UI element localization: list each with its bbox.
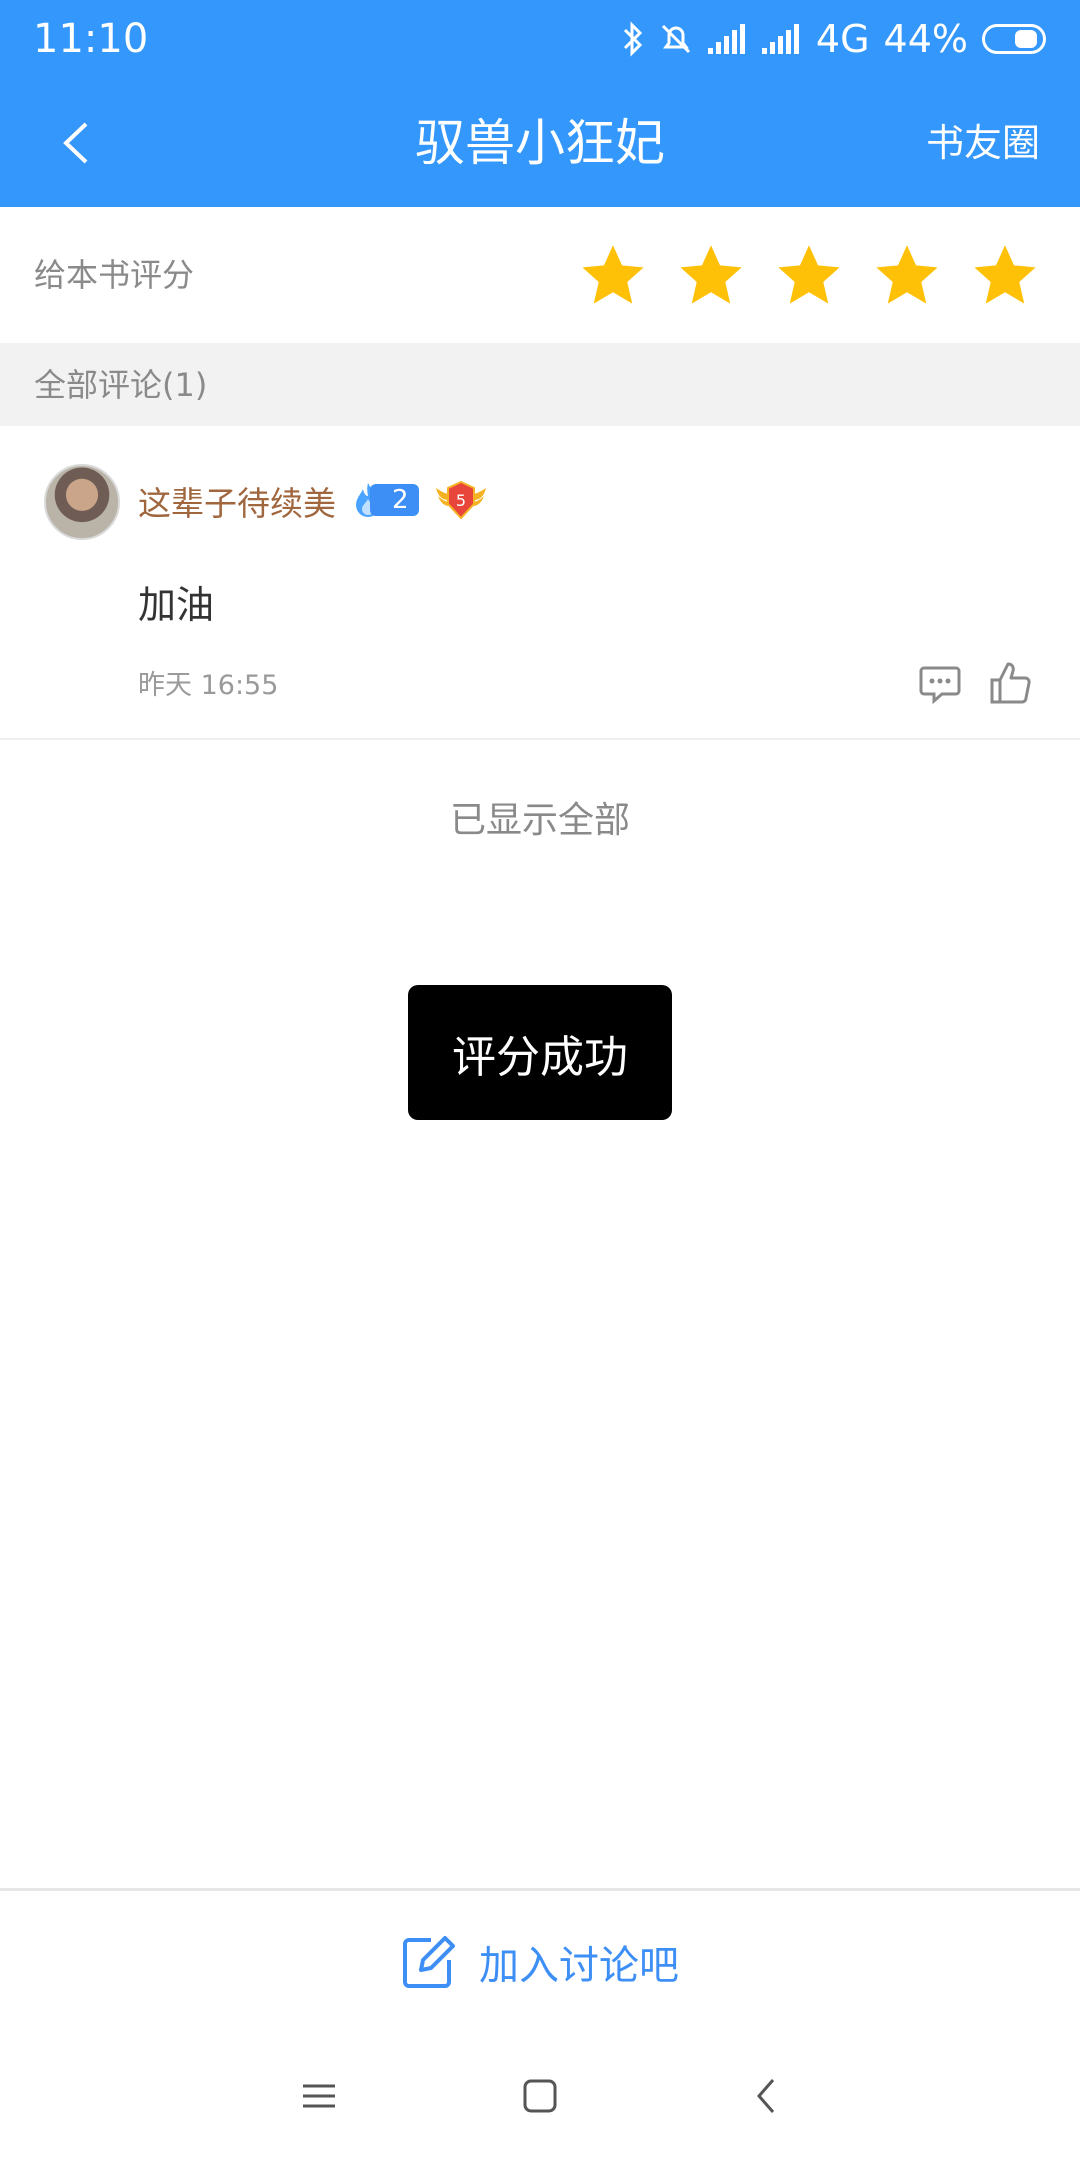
bluetooth-icon (623, 21, 643, 57)
rating-success-toast: 评分成功 (408, 985, 672, 1120)
join-discussion-button[interactable]: 加入讨论吧 (0, 1921, 1080, 2003)
network-type: 4G (815, 17, 870, 61)
signal-icon (707, 24, 745, 54)
book-friends-link[interactable]: 书友圈 (926, 116, 1040, 170)
medal-level-number: 5 (456, 491, 466, 510)
reply-comment-icon[interactable] (918, 662, 962, 706)
edit-icon (403, 1936, 455, 1988)
page-title: 驭兽小狂妃 (415, 114, 665, 172)
comment-username[interactable]: 这辈子待续美 (138, 482, 336, 526)
fire-level-number: 2 (370, 484, 419, 516)
rating-label: 给本书评分 (34, 256, 195, 294)
rating-row: 给本书评分 (0, 207, 1080, 343)
join-discussion-bar: 加入讨论吧 (0, 1888, 1080, 2035)
join-discussion-label: 加入讨论吧 (479, 1943, 679, 1989)
home-icon[interactable] (518, 2074, 562, 2118)
fire-level-badge: 2 (352, 482, 419, 518)
menu-icon[interactable] (297, 2074, 341, 2118)
thumbs-up-icon[interactable] (988, 658, 1032, 706)
battery-percent: 44% (883, 17, 968, 61)
battery-icon (982, 24, 1046, 54)
star-1-icon[interactable] (578, 240, 648, 310)
app-header: 11:10 4G 44% 驭兽小狂妃 书友圈 (0, 0, 1080, 207)
signal-icon (761, 24, 799, 54)
mute-icon (661, 24, 690, 54)
star-4-icon[interactable] (872, 240, 942, 310)
star-5-icon[interactable] (970, 240, 1040, 310)
back-nav-icon[interactable] (745, 2074, 789, 2118)
medal-wing-icon: 5 (436, 480, 486, 520)
star-2-icon[interactable] (676, 240, 746, 310)
nav-bar: 驭兽小狂妃 书友圈 (0, 80, 1080, 207)
comments-count-title: 全部评论(1) (34, 366, 208, 404)
star-rating (578, 240, 1040, 310)
system-nav-bar (0, 2032, 1080, 2160)
status-bar: 11:10 4G 44% (0, 0, 1080, 80)
comments-section-header: 全部评论(1) (0, 343, 1080, 426)
star-3-icon[interactable] (774, 240, 844, 310)
status-icons: 4G 44% (622, 14, 1046, 64)
status-time: 11:10 (33, 16, 149, 62)
comment-time: 昨天 16:55 (138, 670, 279, 701)
all-shown-label: 已显示全部 (449, 800, 630, 841)
comment-item[interactable]: 这辈子待续美 2 5 加油 昨天 16:55 (0, 426, 1080, 740)
avatar[interactable] (44, 464, 120, 540)
toast-text: 评分成功 (452, 1031, 628, 1083)
comment-text: 加油 (138, 583, 215, 627)
